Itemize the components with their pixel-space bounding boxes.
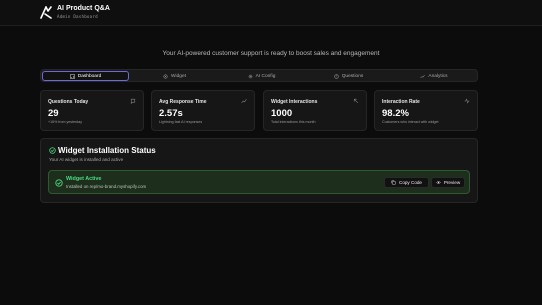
question-icon: ? [334, 73, 339, 79]
check-circle-icon [49, 147, 56, 154]
copy-code-label: Copy Code [399, 180, 422, 185]
copy-code-button[interactable]: Copy Code [384, 177, 429, 188]
preview-button[interactable]: Preview [431, 177, 465, 188]
app-header: AI Product Q&A Admin Dashboard [0, 0, 542, 26]
app-subtitle: Admin Dashboard [57, 14, 98, 19]
tagline: Your AI-powered customer support is read… [162, 50, 380, 57]
status-title: Widget Active [66, 176, 102, 182]
tab-label: Analytics [428, 73, 448, 79]
status-detail: Installed on rep/mo-brand.myshopify.com [66, 184, 147, 189]
installation-title: Widget Installation Status [58, 146, 156, 155]
tab-label: Widget [171, 73, 186, 79]
widget-icon [163, 74, 168, 78]
stat-note: Total interactions this month [271, 120, 316, 124]
stat-title: Interaction Rate [382, 99, 420, 105]
stat-card-widget-interactions: Widget Interactions 1000 Total interacti… [263, 90, 367, 131]
stat-card-interaction-rate: Interaction Rate 98.2% Customers who int… [374, 90, 478, 131]
tab-label: AI Config [255, 73, 276, 79]
tab-widget[interactable]: Widget [131, 71, 218, 81]
app-title: AI Product Q&A [57, 5, 110, 12]
stat-value: 1000 [271, 108, 293, 119]
trend-icon [420, 74, 426, 78]
stat-value: 2.57s [159, 108, 183, 119]
stat-title: Questions Today [48, 99, 89, 105]
tab-dashboard[interactable]: Dashboard [42, 71, 129, 81]
copy-icon [391, 180, 396, 185]
tab-questions[interactable]: ? Questions [305, 71, 392, 81]
stat-note: +16% from yesterday [48, 120, 83, 124]
stat-note: Lightning fast AI responses [159, 120, 203, 124]
installation-subtitle: Your AI widget is installed and active [49, 157, 124, 162]
pointer-icon [353, 98, 358, 103]
tab-label: Dashboard [77, 73, 102, 79]
tab-ai-config[interactable]: AI Config [218, 71, 305, 81]
stat-value: 98.2% [382, 108, 409, 119]
activity-icon [464, 98, 470, 104]
gear-icon [248, 74, 252, 78]
chat-icon [130, 98, 136, 104]
stat-note: Customers who interact with widget [382, 120, 439, 124]
stat-title: Avg Response Time [159, 99, 207, 105]
tab-label: Questions [341, 73, 364, 79]
stat-value: 29 [48, 108, 59, 119]
widget-active-banner: Widget Active Installed on rep/mo-brand.… [48, 170, 470, 194]
tab-bar: Dashboard Widget AI Config ? Questions A… [40, 69, 478, 82]
dashboard-icon [70, 73, 75, 79]
stat-title: Widget Interactions [271, 99, 318, 105]
eye-icon [436, 181, 441, 184]
trend-icon [241, 99, 247, 103]
preview-label: Preview [443, 180, 461, 185]
tab-analytics[interactable]: Analytics [391, 71, 477, 81]
logo-icon [40, 6, 52, 19]
check-circle-icon [55, 179, 63, 187]
stat-card-questions-today: Questions Today 29 +16% from yesterday [40, 90, 144, 131]
stat-card-avg-response-time: Avg Response Time 2.57s Lightning fast A… [151, 90, 255, 131]
